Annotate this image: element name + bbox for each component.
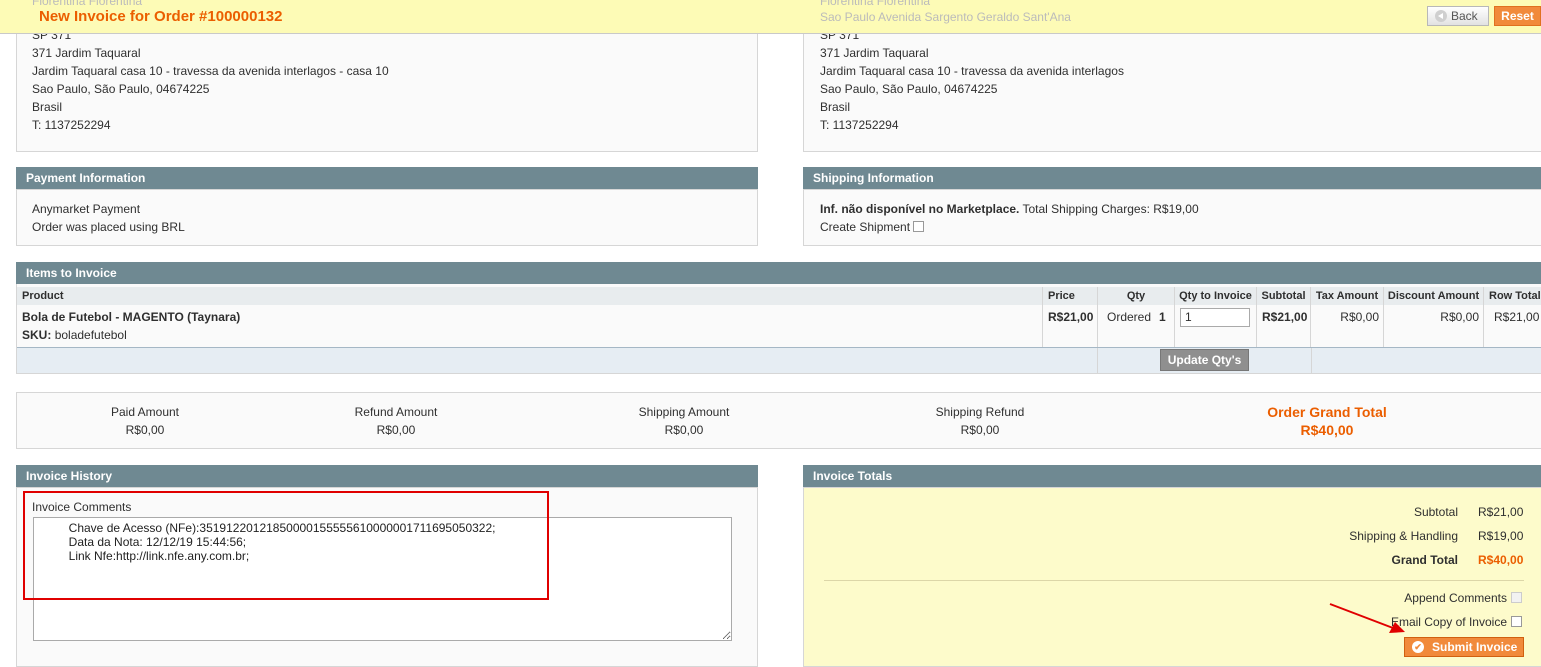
billing-line: Brasil (32, 100, 63, 114)
totals-divider (824, 580, 1524, 581)
refund-amount-value: R$0,00 (376, 423, 416, 437)
update-qty-button[interactable]: Update Qty's (1160, 349, 1249, 371)
totals-grand-label: Grand Total (1391, 553, 1458, 567)
col-discount-amount: Discount Amount (1384, 287, 1484, 305)
check-circle-icon: ✔ (1412, 641, 1424, 653)
invoice-history-header: Invoice History (16, 465, 758, 487)
totals-shipping-value: R$19,00 (1478, 529, 1524, 543)
shipping-carrier-name: Inf. não disponível no Marketplace. (820, 202, 1020, 216)
col-subtotal: Subtotal (1257, 287, 1311, 305)
items-header: Items to Invoice (16, 262, 1541, 284)
qty-ordered-label: Ordered (1107, 310, 1152, 324)
cell-subtotal: R$21,00 (1257, 305, 1311, 347)
refund-amount-label: Refund Amount (354, 405, 438, 419)
submit-invoice-button[interactable]: ✔ Submit Invoice (1404, 637, 1524, 657)
totals-grand-value: R$40,00 (1478, 553, 1524, 567)
paid-amount-value: R$0,00 (125, 423, 165, 437)
col-tax-amount: Tax Amount (1311, 287, 1384, 305)
invoice-comments-label: Invoice Comments (32, 500, 132, 514)
page-title: New Invoice for Order #100000132 (39, 8, 283, 25)
invoice-totals-header: Invoice Totals (803, 465, 1541, 487)
shipping-refund-value: R$0,00 (960, 423, 1000, 437)
shipping-amount-label: Shipping Amount (638, 405, 730, 419)
shipping-charges: Total Shipping Charges: R$19,00 (1022, 202, 1199, 216)
annotation-arrow-icon (1329, 603, 1405, 633)
totals-subtotal-label: Subtotal (1413, 505, 1458, 519)
order-grand-total-label: Order Grand Total (1267, 404, 1387, 420)
shipping-carrier: Inf. não disponível no Marketplace. Tota… (820, 200, 1199, 218)
sku-label: SKU: (22, 328, 52, 342)
append-comments-checkbox[interactable] (1511, 592, 1522, 603)
order-grand-total-value: R$40,00 (1300, 422, 1354, 438)
shipping-line: Brasil (820, 100, 851, 114)
shipping-street-behind: Sao Paulo Avenida Sargento Geraldo Sant'… (820, 10, 1071, 24)
shipping-line: Sao Paulo, São Paulo, 04674225 (820, 82, 998, 96)
billing-line: Sao Paulo, São Paulo, 04674225 (32, 82, 210, 96)
shipping-line: Jardim Taquaral casa 10 - travessa da av… (820, 64, 1124, 78)
page-header-bar: Florentina Florentina Florentina Florent… (0, 0, 1541, 34)
shipping-line: 371 Jardim Taquaral (820, 46, 929, 60)
col-qty-to-invoice: Qty to Invoice (1175, 287, 1257, 305)
item-price: R$21,00 (1048, 310, 1094, 324)
item-subtotal: R$21,00 (1262, 310, 1308, 324)
sku-value: boladefutebol (54, 328, 127, 342)
grid-footer-divider (1311, 348, 1312, 373)
cell-price: R$21,00 (1043, 305, 1098, 347)
payment-info-header: Payment Information (16, 167, 758, 189)
currency-note: Order was placed using BRL (32, 220, 185, 234)
reset-button[interactable]: Reset (1494, 6, 1541, 26)
item-tax: R$0,00 (1340, 310, 1379, 324)
cell-row-total: R$21,00 (1484, 305, 1541, 347)
billing-line: Jardim Taquaral casa 10 - travessa da av… (32, 64, 389, 78)
col-row-total: Row Total (1484, 287, 1541, 305)
item-discount: R$0,00 (1440, 310, 1479, 324)
order-amounts-box (16, 392, 1541, 449)
cell-tax: R$0,00 (1311, 305, 1384, 347)
shipping-refund-label: Shipping Refund (935, 405, 1025, 419)
item-row-total: R$21,00 (1494, 310, 1540, 324)
shipping-info-header: Shipping Information (803, 167, 1541, 189)
cell-discount: R$0,00 (1384, 305, 1484, 347)
billing-line: 371 Jardim Taquaral (32, 46, 141, 60)
submit-invoice-label: Submit Invoice (1432, 640, 1518, 654)
col-qty: Qty (1098, 287, 1175, 305)
product-sku: SKU: boladefutebol (22, 326, 127, 344)
paid-amount-label: Paid Amount (110, 405, 180, 419)
product-name: Bola de Futebol - MAGENTO (Taynara) (22, 310, 241, 324)
grid-footer (17, 347, 1541, 373)
shipping-amount-value: R$0,00 (664, 423, 704, 437)
reset-button-label: Reset (1501, 9, 1534, 23)
totals-shipping-label: Shipping & Handling (1349, 529, 1458, 543)
totals-subtotal-value: R$21,00 (1478, 505, 1524, 519)
email-copy-checkbox[interactable] (1511, 616, 1522, 627)
shipping-line: T: 1137252294 (820, 118, 899, 132)
grid-footer-divider (1097, 348, 1098, 373)
qty-to-invoice-input[interactable]: 1 (1180, 308, 1250, 327)
col-price: Price (1043, 287, 1098, 305)
qty-ordered-value: 1 (1159, 310, 1166, 324)
col-product: Product (17, 287, 1043, 305)
back-button[interactable]: Back (1427, 6, 1489, 26)
back-arrow-icon (1435, 10, 1447, 22)
cell-qty: Ordered 1 (1098, 305, 1175, 347)
append-comments-label: Append Comments (1404, 591, 1507, 605)
invoice-comments-textarea[interactable]: Chave de Acesso (NFe):351912201218500001… (33, 517, 732, 641)
back-button-label: Back (1451, 9, 1478, 23)
create-shipment-checkbox[interactable] (913, 221, 924, 232)
billing-line: T: 1137252294 (32, 118, 111, 132)
payment-method: Anymarket Payment (32, 202, 141, 216)
create-shipment-label: Create Shipment (820, 220, 911, 234)
cell-product: Bola de Futebol - MAGENTO (Taynara) SKU:… (17, 305, 1043, 347)
